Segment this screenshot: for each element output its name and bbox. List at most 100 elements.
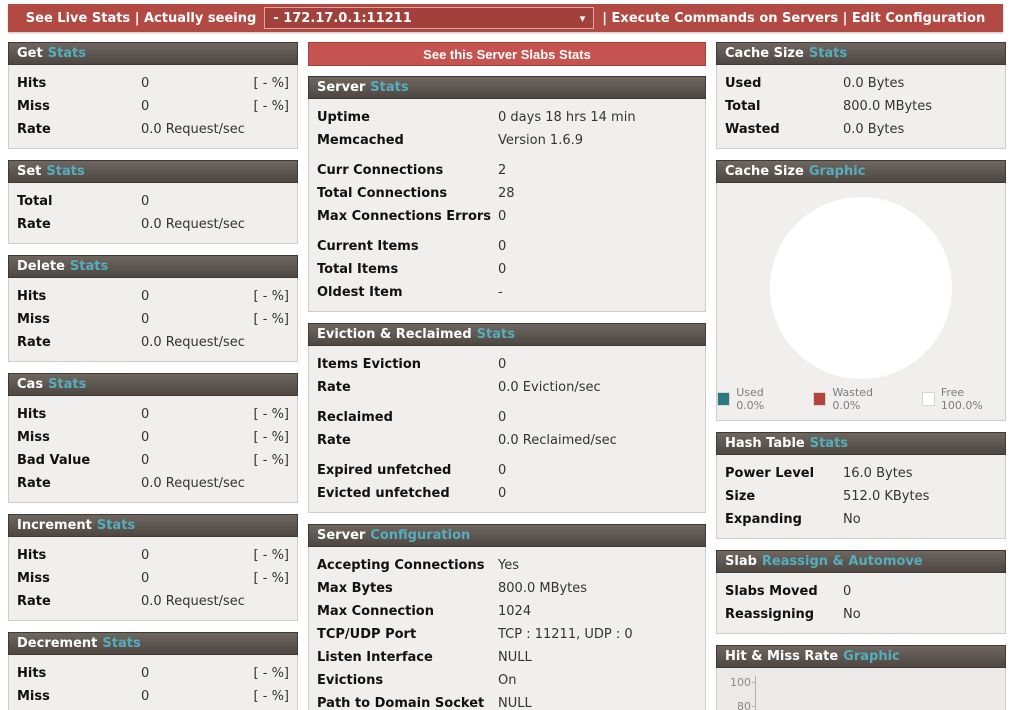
stat-row: Expired unfetched0: [317, 459, 697, 482]
stat-value: 0: [141, 570, 149, 587]
stat-value: 512.0 KBytes: [843, 488, 929, 505]
stat-row: Evicted unfetched0: [317, 482, 697, 505]
stat-value: 0.0 Bytes: [843, 75, 904, 92]
stat-value: No: [843, 511, 861, 528]
stat-row: Rate0.0 Request/sec: [17, 118, 289, 141]
panel-increment-stats: IncrementStatsHits0[ - %]Miss0[ - %]Rate…: [8, 514, 298, 621]
stat-value: 0.0 Request/sec: [141, 334, 245, 351]
stat-percentage: [ - %]: [254, 452, 289, 469]
stat-value: 0.0 Reclaimed/sec: [498, 432, 617, 449]
panel-title-accent: Stats: [810, 436, 848, 451]
stat-value: 0: [498, 485, 506, 502]
stat-row: ExpandingNo: [725, 508, 997, 531]
stat-value: 0.0 Request/sec: [141, 121, 245, 138]
stat-row: EvictionsOn: [317, 669, 697, 692]
panel-body: Hits0[ - %]Miss0[ - %]Rate0.0 Request/se…: [8, 278, 298, 362]
tick-mark: [752, 706, 756, 707]
stat-label: Used: [725, 75, 843, 92]
stat-label: Rate: [317, 379, 498, 396]
stat-value: 0: [141, 311, 149, 328]
stat-row: Hits0[ - %]: [17, 662, 289, 685]
panel-title-main: Cache Size: [725, 164, 804, 179]
panel-header: Get Stats: [8, 42, 298, 65]
stat-percentage: [ - %]: [254, 406, 289, 423]
stat-label: Total: [17, 193, 141, 210]
stat-value: 0: [498, 462, 506, 479]
stat-row: Miss0[ - %]: [17, 426, 289, 449]
topbar-left-links[interactable]: See Live Stats | Actually seeing: [26, 11, 257, 26]
panel-header: ServerStats: [308, 76, 706, 99]
stat-label: Hits: [17, 665, 141, 682]
stat-label: Rate: [17, 121, 141, 138]
stat-row: Path to Domain SocketNULL: [317, 692, 697, 710]
stat-value: No: [843, 606, 861, 623]
stat-row: Size512.0 KBytes: [725, 485, 997, 508]
stat-row: Total0: [17, 190, 289, 213]
stat-value: Version 1.6.9: [498, 132, 583, 149]
stat-percentage: [ - %]: [254, 288, 289, 305]
panel-body: Slabs Moved0ReassigningNo: [716, 573, 1006, 634]
see-slabs-stats-button[interactable]: See this Server Slabs Stats: [308, 42, 706, 66]
stat-label: Path to Domain Socket: [317, 695, 498, 710]
stat-value: 0: [141, 547, 149, 564]
cache-size-pie-body: Used 0.0% Wasted 0.0% Free 100.0%: [716, 183, 1006, 421]
stat-label: Hits: [17, 547, 141, 564]
stat-label: Rate: [17, 216, 141, 233]
stat-row: Listen InterfaceNULL: [317, 646, 697, 669]
panel-title-main: Hash Table: [725, 436, 805, 451]
cache-size-pie-chart: [770, 197, 952, 379]
panel-title-accent: Reassign & Automove: [762, 554, 923, 569]
panel-header: Cache SizeStats: [716, 42, 1006, 65]
stat-value: 0: [498, 208, 506, 225]
stat-label: Max Bytes: [317, 580, 498, 597]
stat-label: Current Items: [317, 238, 498, 255]
panel-header: IncrementStats: [8, 514, 298, 537]
stat-row: Curr Connections2: [317, 159, 697, 182]
panel-cache-size-graphic: Cache Size Graphic Used 0.0% Wasted 0.0%: [716, 160, 1006, 421]
stat-label: Listen Interface: [317, 649, 498, 666]
left-column: GetStatsHits0[ - %]Miss0[ - %]Rate0.0 Re…: [8, 42, 298, 710]
panel-cache-size-stats: Cache SizeStatsUsed0.0 BytesTotal800.0 M…: [716, 42, 1006, 149]
stat-row: Wasted0.0 Bytes: [725, 118, 997, 141]
stat-label: Miss: [17, 311, 141, 328]
stat-value: 0: [141, 75, 149, 92]
panel-title-accent: Stats: [809, 46, 847, 61]
y-tick-label: 80: [717, 700, 751, 710]
panel-title-main: Hit & Miss Rate: [725, 649, 838, 664]
stat-label: Size: [725, 488, 843, 505]
panel-title-accent: Stats: [70, 259, 108, 274]
stat-label: Evicted unfetched: [317, 485, 498, 502]
panel-title-main: Cas: [17, 377, 43, 392]
hit-miss-graphic-header: Hit & Miss Rate Graphic: [716, 645, 1006, 668]
panel-title-accent: Stats: [48, 46, 86, 61]
stat-label: Rate: [17, 475, 141, 492]
stat-row: Reclaimed0: [317, 406, 697, 429]
stat-label: Rate: [17, 334, 141, 351]
stat-label: Oldest Item: [317, 284, 498, 301]
panel-header: Eviction & ReclaimedStats: [308, 323, 706, 346]
stat-value: 0 days 18 hrs 14 min: [498, 109, 636, 126]
panel-title-main: Set: [17, 164, 41, 179]
panel-body: Used0.0 BytesTotal800.0 MBytesWasted0.0 …: [716, 65, 1006, 149]
stat-row: Total Connections28: [317, 182, 697, 205]
stat-value: NULL: [498, 649, 532, 666]
stat-value: 0: [141, 98, 149, 115]
stat-label: Max Connections Errors: [317, 208, 498, 225]
panel-title-main: Get: [17, 46, 43, 61]
stat-value: 0.0 Request/sec: [141, 475, 245, 492]
panel-body: Hits0[ - %]Miss0[ - %]Bad Value0[ - %]Ra…: [8, 396, 298, 503]
stat-row: Max Connections Errors0: [317, 205, 697, 228]
topbar-right-links[interactable]: | Execute Commands on Servers | Edit Con…: [602, 11, 985, 26]
stat-label: Bad Value: [17, 452, 141, 469]
panel-header: ServerConfiguration: [308, 524, 706, 547]
stat-row: Max Bytes800.0 MBytes: [317, 577, 697, 600]
panel-hit-miss-graphic: Hit & Miss Rate Graphic 100 80: [716, 645, 1006, 710]
server-select[interactable]: - 172.17.0.1:11211 ▾: [264, 7, 594, 29]
stat-value: 0: [498, 409, 506, 426]
stat-percentage: [ - %]: [254, 311, 289, 328]
stat-value: 800.0 MBytes: [843, 98, 932, 115]
stat-value: 0: [141, 406, 149, 423]
stat-label: Hits: [17, 406, 141, 423]
stat-percentage: [ - %]: [254, 547, 289, 564]
stat-value: 0.0 Bytes: [843, 121, 904, 138]
